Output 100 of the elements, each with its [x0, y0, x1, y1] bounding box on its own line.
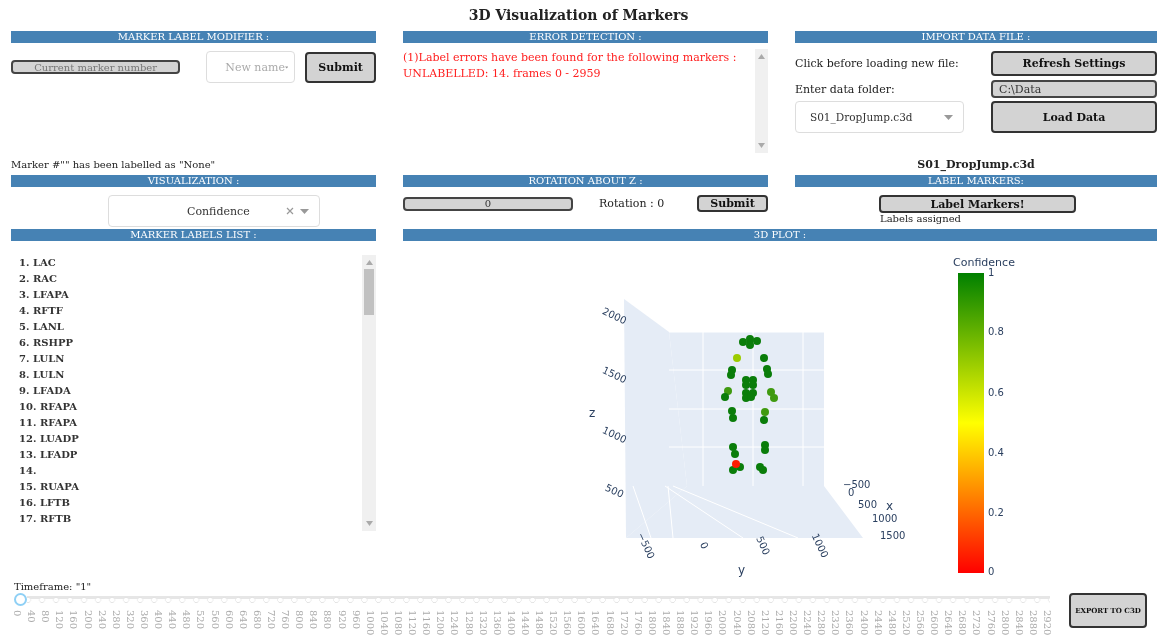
slider-mark: 600: [222, 610, 236, 632]
load-data-button[interactable]: Load Data: [991, 101, 1157, 133]
axis-title: z: [589, 406, 596, 420]
marker-number-field[interactable]: Current marker number: [11, 60, 181, 74]
slider-mark: 2200: [787, 610, 800, 636]
marker-label-item[interactable]: 10. RFAPA: [19, 399, 362, 415]
colorbar-tick: 0.2: [988, 507, 1004, 518]
slider-mark: 2920: [1041, 610, 1054, 636]
slider-mark: 160: [67, 610, 81, 632]
section-header: ERROR DETECTION :: [403, 31, 768, 43]
scrollbar[interactable]: [755, 49, 768, 153]
labels-status: Labels assigned: [880, 213, 962, 224]
rotation-reading: Rotation : 0: [599, 197, 665, 210]
colorbar-tick: 0.8: [988, 326, 1004, 337]
label-markers-button[interactable]: Label Markers!: [879, 195, 1076, 213]
slider-mark: 280: [109, 610, 123, 632]
clear-icon[interactable]: [286, 207, 294, 215]
refresh-settings-button[interactable]: Refresh Settings: [991, 51, 1157, 76]
slider-mark: 1720: [617, 610, 631, 636]
marker-point: [733, 354, 741, 362]
submit-button[interactable]: Submit: [305, 51, 376, 83]
marker-label-item[interactable]: 13. LFADP: [19, 447, 362, 463]
slider-mark: 1360: [490, 610, 504, 636]
scroll-down-icon[interactable]: [365, 521, 373, 526]
scroll-up-icon[interactable]: [365, 260, 373, 265]
marker-label-item[interactable]: 15. RUAPA: [19, 479, 362, 495]
slider-mark: 360: [138, 610, 151, 632]
section-header: MARKER LABEL MODIFIER :: [11, 31, 376, 43]
slider-mark: 2800: [998, 610, 1012, 636]
axis-tick: 1000: [872, 513, 898, 524]
slider-mark: 840: [307, 610, 321, 632]
slider-mark: 1080: [391, 610, 405, 636]
marker-label-item[interactable]: 7. LULN: [19, 351, 362, 367]
rotation-field[interactable]: 0: [403, 196, 573, 211]
loaded-file-name: S01_DropJump.c3d: [916, 158, 1036, 172]
slider-mark: 1600: [575, 610, 589, 636]
slider-mark: 1240: [448, 610, 462, 636]
marker-label-item[interactable]: 1. LAC: [19, 255, 362, 271]
caret-icon: [284, 64, 289, 70]
slider-handle[interactable]: [14, 593, 27, 606]
rotation-submit-button[interactable]: Submit: [697, 195, 768, 212]
slider-mark: 960: [349, 610, 363, 632]
axis-tick: 500: [603, 481, 626, 500]
slider-mark: 1040: [377, 610, 391, 636]
marker-label-item[interactable]: 14.: [19, 463, 362, 479]
section-header: IMPORT DATA FILE :: [795, 31, 1157, 43]
axis-tick: −500: [635, 530, 657, 561]
visualization-dropdown[interactable]: Confidence: [108, 195, 320, 227]
slider-mark: 2760: [984, 610, 998, 636]
marker-label-item[interactable]: 6. RSHPP: [19, 335, 362, 351]
axis-tick: 1000: [809, 531, 831, 560]
scrollbar[interactable]: [362, 255, 376, 531]
slider-mark: 800: [293, 610, 307, 632]
scroll-up-icon[interactable]: [758, 54, 765, 59]
slider-mark: 1440: [518, 610, 532, 636]
slider-mark: 880: [321, 610, 335, 632]
timeframe-label: Timeframe: "1": [14, 581, 93, 592]
slider-mark: 2280: [815, 610, 829, 636]
caret-icon: [300, 208, 309, 214]
marker-label-item[interactable]: 3. LFAPA: [19, 287, 362, 303]
caret-icon: [944, 114, 953, 120]
section-header: ROTATION ABOUT Z :: [403, 175, 768, 187]
slider-mark: 1560: [561, 610, 575, 636]
slider-mark: 680: [250, 610, 264, 632]
axis-tick: 2000: [600, 305, 629, 327]
marker-label-item[interactable]: 16. LFTB: [19, 495, 362, 511]
slider-mark: 1960: [702, 610, 716, 636]
axis-tick: 1500: [600, 364, 629, 386]
marker-label-item[interactable]: 4. RFTF: [19, 303, 362, 319]
slider-mark: 200: [81, 610, 95, 632]
axis-tick: 0: [697, 540, 711, 551]
slider-mark: 2080: [744, 610, 758, 636]
data-folder-field[interactable]: C:\Data: [991, 80, 1157, 98]
marker-label-item[interactable]: 8. LULN: [19, 367, 362, 383]
slider-mark: 2840: [1012, 610, 1026, 636]
slider-mark: 1400: [504, 610, 518, 636]
slider-mark: 1280: [462, 610, 476, 636]
axis-tick: 1500: [880, 530, 906, 541]
scroll-down-icon[interactable]: [758, 143, 765, 148]
slider-mark: 2440: [871, 610, 885, 636]
section-header: MARKER LABELS LIST :: [11, 229, 376, 241]
file-dropdown[interactable]: S01_DropJump.c3d: [795, 101, 964, 133]
marker-label-item[interactable]: 12. LUADP: [19, 431, 362, 447]
slider-mark: 1680: [603, 610, 617, 636]
slider-mark: 400: [152, 610, 166, 632]
marker-label-item[interactable]: 9. LFADA: [19, 383, 362, 399]
slider-mark: 440: [166, 610, 180, 632]
slider-mark: 480: [180, 610, 194, 632]
page-title: 3D Visualization of Markers: [467, 6, 690, 25]
marker-label-item[interactable]: 17. RFTB: [19, 511, 362, 527]
scrollbar-thumb[interactable]: [364, 269, 374, 315]
colorbar-tick: 1: [988, 267, 995, 278]
slider-mark: 2240: [801, 610, 815, 636]
marker-label-item[interactable]: 5. LANL: [19, 319, 362, 335]
section-header: 3D PLOT :: [403, 229, 1157, 241]
colorbar-title: Confidence: [953, 256, 1015, 269]
marker-label-item[interactable]: 11. RFAPA: [19, 415, 362, 431]
marker-label-item[interactable]: 2. RAC: [19, 271, 362, 287]
slider-mark: 1160: [420, 610, 434, 636]
slider-mark: 520: [194, 610, 208, 632]
